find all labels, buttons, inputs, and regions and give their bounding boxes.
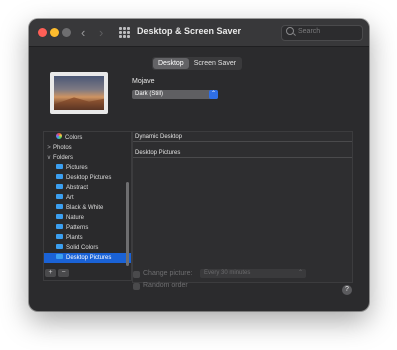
back-arrow-icon[interactable]: ‹ [81, 25, 85, 40]
sidebar-item-label: Photos [53, 145, 72, 151]
popup-chevron-icon: ⌃ [297, 270, 303, 276]
colors-icon [56, 133, 62, 140]
sidebar-item-label: Abstract [66, 185, 89, 191]
folder-icon [56, 163, 63, 169]
change-picture-checkbox[interactable] [133, 271, 140, 278]
folder-icon [56, 243, 63, 249]
remove-folder-button[interactable]: − [58, 269, 69, 277]
sidebar-item-label: Patterns [66, 225, 89, 231]
sidebar-item-label: Black & White [66, 205, 104, 211]
sidebar-item-colors[interactable]: Colors [44, 133, 131, 143]
change-interval-value: Every 30 minutes [204, 270, 251, 276]
folder-icon [56, 253, 63, 259]
minimize-window-button[interactable] [50, 28, 59, 37]
sidebar-item-label: Solid Colors [66, 245, 99, 251]
folder-icon [56, 173, 63, 179]
sidebar-item-label: Folders [53, 155, 74, 161]
sidebar-item-label: Nature [66, 215, 85, 221]
close-window-button[interactable] [38, 28, 47, 37]
sidebar-scrollbar[interactable] [126, 182, 129, 266]
group-header-desktop-pictures[interactable]: Desktop Pictures [133, 148, 352, 158]
group-header-dynamic-desktop[interactable]: Dynamic Desktop [133, 132, 352, 142]
source-sidebar: Colors > Photos ∨ Folders Pictures Desktop… [43, 131, 132, 281]
wallpaper-grid-pane: Dynamic Desktop Desktop Pictures [132, 131, 353, 283]
appearance-mode-value: Dark (Still) [135, 91, 163, 97]
change-picture-label: Change picture: [143, 270, 193, 277]
disclosure-right-icon[interactable]: > [46, 143, 52, 153]
sidebar-item-label: Pictures [66, 165, 88, 171]
tab-segmented-control: Desktop Screen Saver [152, 57, 243, 70]
sidebar-item-label: Desktop Pictures [66, 255, 112, 261]
sidebar-item-desktop-pictures[interactable]: Desktop Pictures [44, 173, 131, 183]
help-button[interactable]: ? [342, 285, 352, 295]
tab-desktop[interactable]: Desktop [153, 58, 189, 69]
sidebar-item-black-white[interactable]: Black & White [44, 203, 131, 213]
random-order-label: Random order [143, 282, 188, 289]
search-placeholder: Search [298, 28, 321, 35]
sidebar-item-label: Desktop Pictures [66, 175, 112, 181]
disclosure-down-icon[interactable]: ∨ [46, 153, 52, 163]
wallpaper-thumbnail [54, 76, 104, 110]
window-title: Desktop & Screen Saver [137, 26, 242, 36]
zoom-window-button[interactable] [62, 28, 71, 37]
forward-arrow-icon[interactable]: › [99, 25, 103, 40]
wallpaper-preview [50, 72, 108, 114]
sidebar-item-label: Colors [65, 135, 83, 141]
sidebar-item-solid-colors[interactable]: Solid Colors [44, 243, 131, 253]
search-icon [286, 27, 294, 35]
wallpaper-name: Mojave [132, 78, 155, 85]
folder-icon [56, 193, 63, 199]
folder-icon [56, 223, 63, 229]
tab-screen-saver[interactable]: Screen Saver [189, 58, 241, 69]
popup-chevron-icon: ⌃ [209, 90, 218, 99]
appearance-mode-popup[interactable]: Dark (Still) ⌃ [132, 90, 218, 99]
add-folder-button[interactable]: + [45, 269, 56, 277]
preferences-window: ‹ › Desktop & Screen Saver Search Deskto… [29, 19, 369, 311]
change-interval-popup[interactable]: Every 30 minutes ⌃ [200, 269, 306, 278]
sidebar-item-folders[interactable]: ∨ Folders [44, 153, 131, 163]
folder-icon [56, 213, 63, 219]
random-order-checkbox[interactable] [133, 283, 140, 290]
sidebar-item-label: Art [66, 195, 74, 201]
sidebar-item-desktop-pictures-selected[interactable]: Desktop Pictures [44, 253, 131, 263]
folder-icon [56, 203, 63, 209]
folder-icon [56, 183, 63, 189]
sidebar-item-abstract[interactable]: Abstract [44, 183, 131, 193]
sidebar-item-nature[interactable]: Nature [44, 213, 131, 223]
title-bar: ‹ › Desktop & Screen Saver Search [29, 19, 369, 47]
sidebar-item-art[interactable]: Art [44, 193, 131, 203]
show-all-grid-icon[interactable] [119, 27, 130, 38]
sidebar-item-pictures[interactable]: Pictures [44, 163, 131, 173]
search-input[interactable]: Search [281, 25, 363, 41]
sidebar-item-patterns[interactable]: Patterns [44, 223, 131, 233]
sidebar-item-plants[interactable]: Plants [44, 233, 131, 243]
folder-icon [56, 233, 63, 239]
dune-shape [54, 97, 104, 110]
sidebar-item-photos[interactable]: > Photos [44, 143, 131, 153]
sidebar-item-label: Plants [66, 235, 83, 241]
